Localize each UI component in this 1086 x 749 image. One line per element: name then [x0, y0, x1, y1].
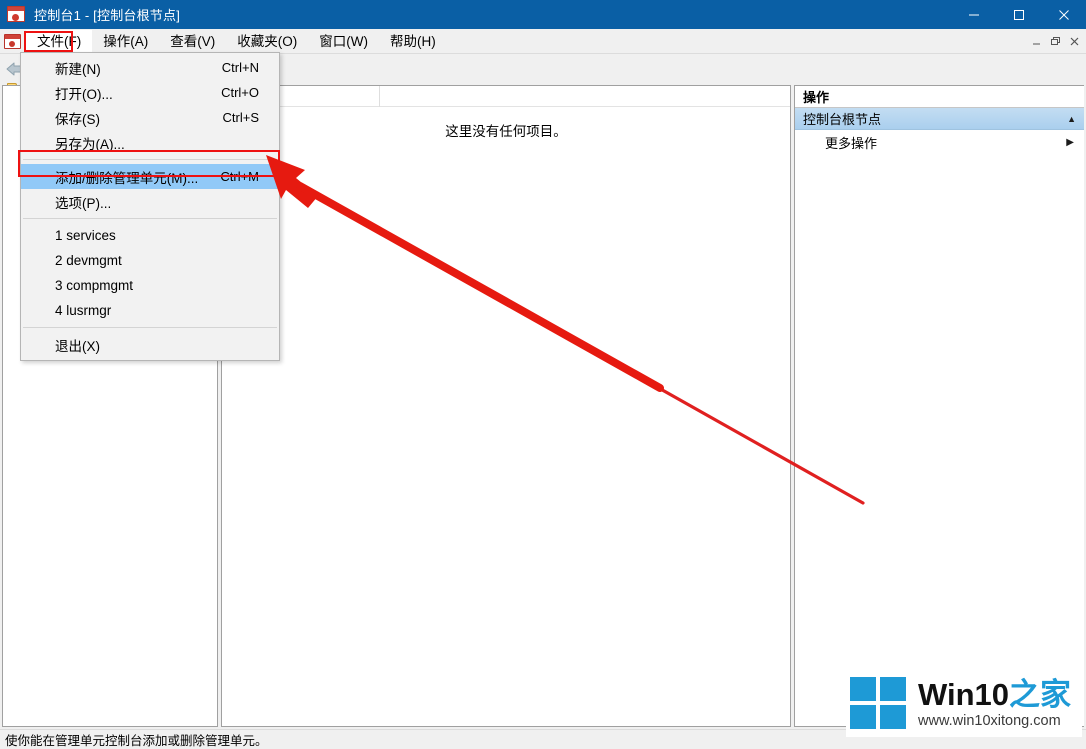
watermark-title-blue: 之家	[1009, 676, 1072, 712]
file-menu-recent-2-label: 2 devmgmt	[55, 253, 122, 268]
maximize-button[interactable]	[996, 0, 1041, 29]
actions-item-more-actions[interactable]: 更多操作 ▶	[795, 130, 1084, 154]
file-menu-recent-4-label: 4 lusrmgr	[55, 303, 112, 318]
file-menu-item-exit-label: 退出(X)	[55, 338, 100, 354]
file-menu-recent-3[interactable]: 3 compmgmt	[21, 273, 279, 298]
watermark: Win10之家 www.win10xitong.com	[846, 669, 1082, 737]
window-title: 控制台1 - [控制台根节点]	[34, 8, 181, 23]
close-button[interactable]	[1041, 0, 1086, 29]
mdi-restore-button[interactable]	[1046, 32, 1065, 50]
column-divider[interactable]	[379, 86, 380, 107]
actions-panel-title: 操作	[795, 86, 1084, 108]
chevron-up-icon[interactable]: ▲	[1067, 114, 1076, 124]
menu-view[interactable]: 查看(V)	[159, 30, 226, 53]
file-menu-item-save-label: 保存(S)	[55, 111, 100, 127]
windows-logo-icon	[850, 677, 906, 729]
file-menu-separator-3	[23, 327, 277, 328]
menu-window[interactable]: 窗口(W)	[308, 30, 379, 53]
mdi-minimize-button[interactable]	[1027, 32, 1046, 50]
file-menu-item-save[interactable]: 保存(S) Ctrl+S	[21, 105, 279, 130]
mdi-window-controls	[1027, 32, 1084, 50]
file-menu-recent-2[interactable]: 2 devmgmt	[21, 248, 279, 273]
file-menu-item-open-label: 打开(O)...	[55, 86, 113, 102]
file-menu-item-open[interactable]: 打开(O)... Ctrl+O	[21, 80, 279, 105]
file-menu-dropdown: 新建(N) Ctrl+N 打开(O)... Ctrl+O 保存(S) Ctrl+…	[20, 52, 280, 361]
menu-help[interactable]: 帮助(H)	[379, 30, 447, 53]
menu-bar: 文件(F) 操作(A) 查看(V) 收藏夹(O) 窗口(W) 帮助(H)	[0, 29, 1086, 54]
file-menu-recent-1[interactable]: 1 services	[21, 223, 279, 248]
mdi-close-button[interactable]	[1065, 32, 1084, 50]
watermark-url: www.win10xitong.com	[918, 712, 1061, 729]
actions-group-label: 控制台根节点	[803, 112, 882, 127]
file-menu-item-save-as-label: 另存为(A)...	[55, 136, 125, 152]
watermark-title-dark: Win10	[918, 676, 1010, 712]
empty-list-message: 这里没有任何项目。	[445, 124, 567, 139]
actions-panel: 操作 控制台根节点 ▲ 更多操作 ▶	[794, 85, 1084, 727]
menu-favorites[interactable]: 收藏夹(O)	[226, 30, 308, 53]
file-menu-recent-3-label: 3 compmgmt	[55, 278, 134, 293]
minimize-button[interactable]	[951, 0, 996, 29]
file-menu-item-add-remove-snapin-accel: Ctrl+M	[220, 169, 259, 184]
menu-item-list: 文件(F) 操作(A) 查看(V) 收藏夹(O) 窗口(W) 帮助(H)	[26, 29, 447, 54]
file-menu-item-options[interactable]: 选项(P)...	[21, 189, 279, 214]
file-menu-item-new-label: 新建(N)	[55, 61, 101, 77]
actions-group-console-root[interactable]: 控制台根节点 ▲	[795, 108, 1084, 130]
file-menu-item-save-as[interactable]: 另存为(A)...	[21, 130, 279, 155]
file-menu-item-new[interactable]: 新建(N) Ctrl+N	[21, 55, 279, 80]
mmc-console-icon[interactable]	[7, 5, 25, 24]
status-bar-text: 使你能在管理单元控制台添加或删除管理单元。	[5, 734, 268, 748]
title-bar: 控制台1 - [控制台根节点]	[0, 0, 1086, 29]
file-menu-item-add-remove-snapin-label: 添加/删除管理单元(M)...	[55, 170, 199, 186]
console-content-panel[interactable]: 这里没有任何项目。	[221, 85, 791, 727]
content-column-header[interactable]	[222, 86, 790, 107]
mmc-console-small-icon[interactable]	[4, 33, 21, 49]
menu-file[interactable]: 文件(F)	[26, 29, 93, 53]
actions-item-label: 更多操作	[825, 135, 878, 151]
mmc-window: 控制台1 - [控制台根节点] 文件(F) 操作(A) 查看(V) 收藏夹(O)…	[0, 0, 1086, 749]
window-controls	[951, 0, 1086, 29]
file-menu-item-save-accel: Ctrl+S	[222, 110, 259, 125]
menu-action[interactable]: 操作(A)	[92, 30, 159, 53]
file-menu-recent-4[interactable]: 4 lusrmgr	[21, 298, 279, 323]
file-menu-item-new-accel: Ctrl+N	[221, 60, 259, 75]
watermark-text: Win10之家 www.win10xitong.com	[918, 676, 1072, 729]
file-menu-separator-2	[23, 218, 277, 219]
chevron-right-icon: ▶	[1066, 136, 1074, 148]
file-menu-item-exit[interactable]: 退出(X)	[21, 332, 279, 357]
file-menu-recent-1-label: 1 services	[55, 228, 116, 243]
file-menu-item-options-label: 选项(P)...	[55, 195, 112, 211]
file-menu-separator-1	[23, 159, 277, 160]
file-menu-item-open-accel: Ctrl+O	[221, 85, 259, 100]
file-menu-item-add-remove-snapin[interactable]: 添加/删除管理单元(M)... Ctrl+M	[21, 164, 279, 189]
